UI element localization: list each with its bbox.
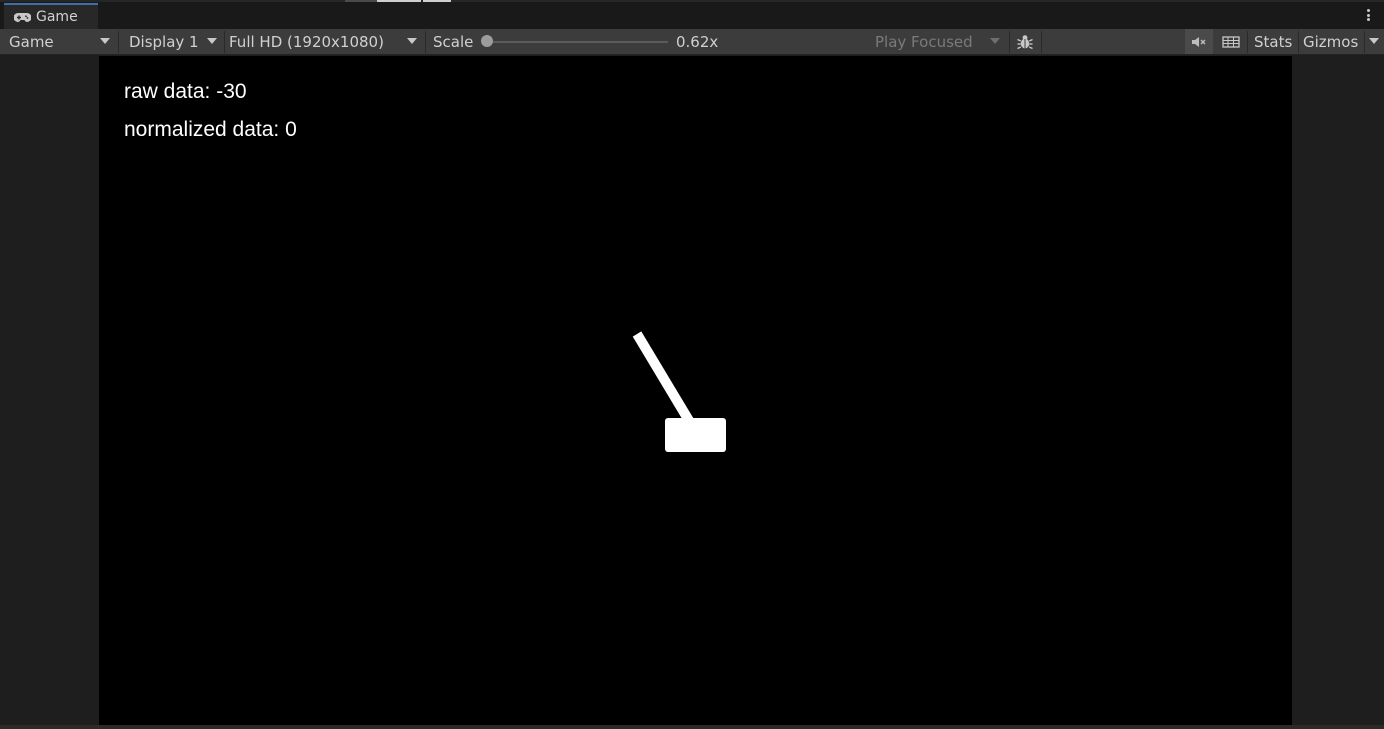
gizmos-dropdown[interactable] — [1365, 29, 1384, 54]
game-window: Game Game Display 1 Full HD (1920x1080) … — [0, 0, 1384, 729]
view-mode-label: Game — [9, 32, 54, 51]
display-dropdown[interactable]: Display 1 — [121, 29, 224, 54]
scale-slider-track[interactable] — [487, 41, 668, 43]
game-viewport[interactable]: raw data: -30 normalized data: 0 — [99, 56, 1292, 725]
debug-button[interactable] — [1010, 29, 1040, 54]
chevron-down-icon — [100, 38, 110, 44]
scale-value-text: 0.62x — [676, 32, 719, 51]
scale-label: Scale — [433, 29, 478, 54]
game-toolbar: Game Display 1 Full HD (1920x1080) Scale… — [0, 29, 1384, 55]
play-mode-dropdown[interactable]: Play Focused — [867, 29, 1007, 54]
scale-slider-thumb[interactable] — [481, 35, 493, 47]
top-accent — [0, 0, 1384, 2]
aspect-grid-button[interactable] — [1216, 29, 1246, 54]
view-mode-dropdown[interactable]: Game — [1, 29, 117, 54]
gizmos-button[interactable]: Gizmos — [1303, 29, 1363, 54]
resolution-label: Full HD (1920x1080) — [229, 32, 384, 51]
tab-strip: Game — [0, 0, 1384, 30]
gamepad-icon — [14, 12, 31, 22]
tab-label: Game — [36, 9, 78, 25]
grid-icon — [1222, 35, 1240, 48]
bottom-border — [0, 725, 1384, 729]
more-options-icon[interactable] — [1360, 7, 1376, 23]
pendulum-scene — [632, 331, 726, 452]
tab-game[interactable]: Game — [4, 3, 98, 29]
display-label: Display 1 — [129, 32, 199, 51]
play-mode-label: Play Focused — [875, 32, 973, 51]
stats-label: Stats — [1254, 32, 1293, 51]
stats-button[interactable]: Stats — [1254, 29, 1296, 54]
scale-value: 0.62x — [676, 29, 736, 54]
scale-label-text: Scale — [433, 32, 474, 51]
pendulum-rod — [632, 331, 696, 427]
speaker-mute-icon — [1192, 36, 1206, 47]
chevron-down-icon — [407, 38, 417, 44]
chevron-down-icon — [1369, 38, 1379, 44]
gizmos-label: Gizmos — [1303, 32, 1359, 51]
mute-audio-button[interactable] — [1185, 29, 1213, 54]
bug-icon — [1017, 34, 1033, 49]
resolution-dropdown[interactable]: Full HD (1920x1080) — [221, 29, 424, 54]
chevron-down-icon — [207, 38, 217, 44]
pendulum-base — [665, 418, 726, 452]
chevron-down-icon — [990, 38, 1000, 44]
